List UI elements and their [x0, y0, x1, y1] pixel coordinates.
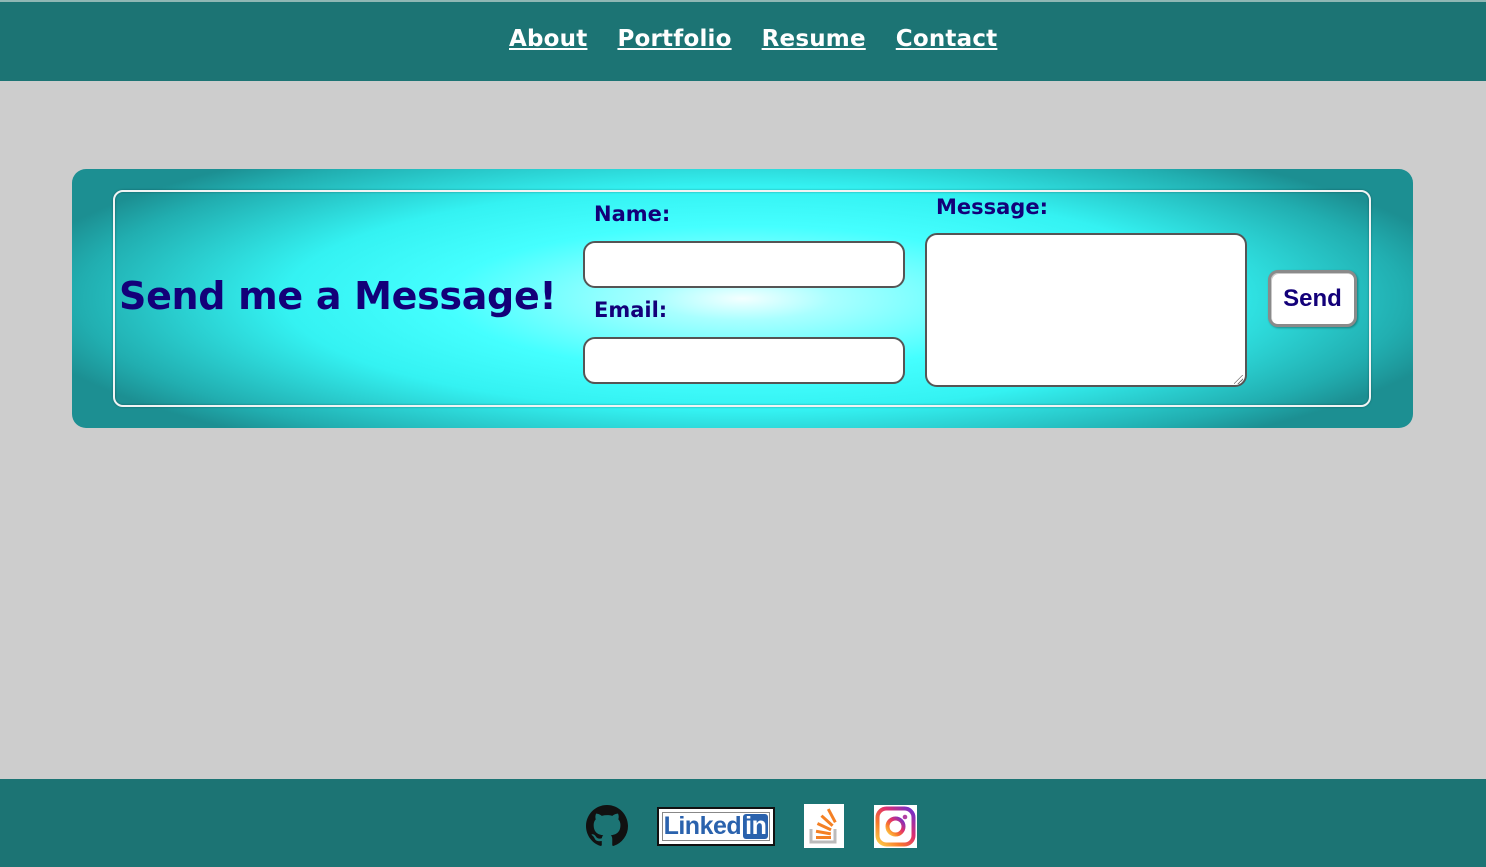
linkedin-logo: Linked in: [662, 811, 770, 841]
instagram-icon[interactable]: [874, 804, 917, 848]
stackoverflow-icon[interactable]: [804, 804, 844, 848]
name-label: Name:: [594, 202, 671, 226]
main-nav: About Portfolio Resume Contact: [509, 26, 997, 52]
message-label: Message:: [936, 195, 1048, 219]
top-nav-bar: About Portfolio Resume Contact: [0, 0, 1486, 81]
github-icon[interactable]: [586, 805, 628, 847]
name-input[interactable]: [583, 241, 905, 288]
social-links: Linked in: [586, 804, 917, 848]
nav-link-portfolio[interactable]: Portfolio: [617, 26, 731, 52]
nav-link-contact[interactable]: Contact: [896, 26, 998, 52]
page-title: Send me a Message!: [119, 274, 557, 318]
email-input[interactable]: [583, 337, 905, 384]
stackoverflow-icon-glyph: [809, 808, 837, 844]
textarea-resize-handle[interactable]: [1234, 375, 1243, 384]
send-button[interactable]: Send: [1268, 270, 1357, 327]
message-textarea[interactable]: [925, 233, 1247, 387]
contact-card: Send me a Message! Name: Email: Message:…: [72, 169, 1413, 428]
contact-form-panel: Send me a Message! Name: Email: Message:…: [113, 190, 1371, 407]
footer-bar: Linked in: [0, 779, 1486, 867]
nav-link-resume[interactable]: Resume: [762, 26, 866, 52]
linkedin-logo-in: in: [743, 811, 769, 840]
nav-link-about[interactable]: About: [509, 26, 587, 52]
email-label: Email:: [594, 298, 668, 322]
linkedin-icon[interactable]: Linked in: [657, 806, 775, 846]
instagram-icon-glyph: [874, 804, 917, 848]
github-icon-glyph: [586, 805, 628, 846]
linkedin-logo-text: Linked: [663, 811, 742, 840]
